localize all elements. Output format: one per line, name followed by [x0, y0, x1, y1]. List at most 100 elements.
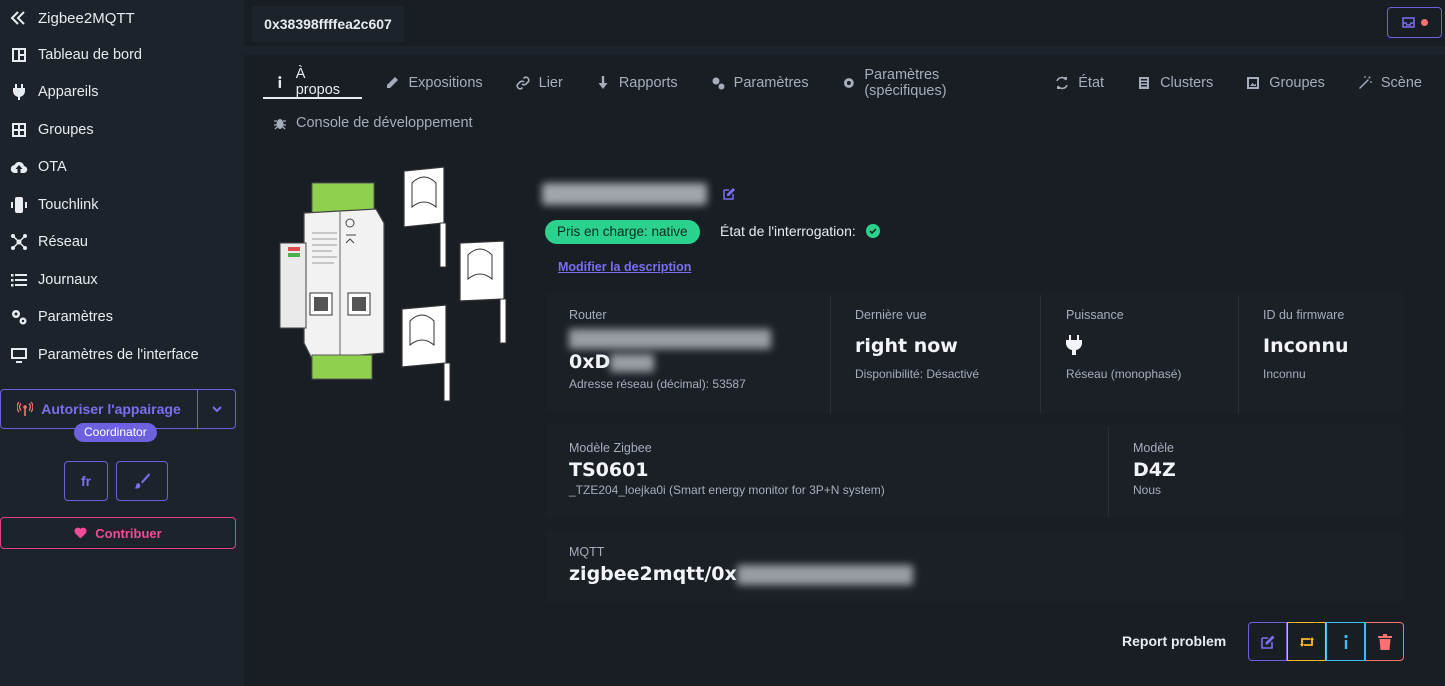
permit-join-dropdown[interactable]	[197, 390, 235, 428]
device-image	[279, 166, 507, 402]
edit-name-icon[interactable]	[722, 187, 736, 201]
sidebar-item-network[interactable]: Réseau	[0, 224, 244, 262]
tab-label: À propos	[295, 66, 341, 98]
monitor-icon	[10, 346, 28, 364]
stat-title: Puissance	[1066, 308, 1124, 322]
report-problem-link[interactable]: Report problem	[1122, 633, 1226, 649]
interview-status: État de l'interrogation:	[720, 223, 880, 239]
sidebar-item-groups[interactable]: Groupes	[0, 111, 244, 149]
chevrons-left-icon[interactable]	[10, 10, 26, 26]
sidebar-item-label: OTA	[38, 159, 67, 176]
tab-label: Paramètres (spécifiques)	[864, 67, 947, 99]
stat-firmware: ID du firmware Inconnu Inconnu	[1263, 308, 1349, 381]
tab-label: Expositions	[408, 75, 483, 91]
sidebar-item-label: Appareils	[38, 84, 99, 101]
rename-button[interactable]	[1248, 622, 1287, 661]
stat-desc: _TZE204_loejka0i (Smart energy monitor f…	[569, 483, 885, 497]
stat-desc: Disponibilité: Désactivé	[855, 367, 980, 381]
theme-button[interactable]	[116, 461, 168, 501]
language-button[interactable]: fr	[64, 461, 108, 501]
device-page: À propos Expositions Lier Rapports Param…	[244, 55, 1445, 686]
stat-model: Modèle D4Z Nous	[1133, 441, 1176, 497]
stat-title: ID du firmware	[1263, 308, 1345, 322]
tab-settings-specific[interactable]: Paramètres (spécifiques)	[832, 67, 1033, 99]
divider	[1108, 427, 1109, 517]
mqtt-topic: zigbee2mqtt/0x	[569, 563, 913, 585]
sidebar-item-settings[interactable]: Paramètres	[0, 299, 244, 337]
sidebar-item-label: Réseau	[38, 234, 88, 251]
stat-desc: Adresse réseau (décimal): 53587	[569, 377, 746, 391]
check-circle-icon	[865, 224, 880, 238]
contribute-button[interactable]: Contribuer	[0, 517, 236, 549]
sidebar-item-label: Paramètres	[38, 309, 113, 326]
info-icon	[1343, 634, 1348, 649]
brand[interactable]: Zigbee2MQTT	[10, 6, 135, 30]
remove-button[interactable]	[1365, 622, 1404, 661]
sidebar-nav: Tableau de bord Appareils Groupes OTA To…	[0, 36, 244, 374]
inbox-icon	[1401, 17, 1415, 28]
heart-icon	[74, 527, 87, 539]
list-icon	[10, 271, 28, 289]
interview-button[interactable]	[1326, 622, 1365, 661]
supported-badge: Pris en charge: native	[545, 220, 700, 244]
tab-label: État	[1078, 75, 1105, 91]
tab-label: Paramètres	[733, 75, 809, 91]
router-address-prefix: 0xD	[569, 351, 611, 373]
document-icon	[1139, 77, 1150, 89]
notification-dot	[1420, 19, 1428, 26]
stat-title: Modèle	[1133, 441, 1174, 455]
tab-label: Scène	[1380, 75, 1422, 91]
sidebar-item-label: Touchlink	[38, 196, 99, 213]
tab-bind[interactable]: Lier	[506, 67, 573, 99]
tab-scene[interactable]: Scène	[1348, 67, 1432, 99]
tab-exposes[interactable]: Expositions	[375, 67, 492, 99]
image-icon	[1247, 77, 1260, 89]
brand-label: Zigbee2MQTT	[38, 9, 135, 27]
sidebar-item-logs[interactable]: Journaux	[0, 261, 244, 299]
paintbrush-icon	[134, 473, 150, 489]
stat-zigbee-model: Modèle Zigbee TS0601 _TZE204_loejka0i (S…	[569, 441, 885, 497]
stat-desc: Nous	[1133, 483, 1162, 497]
stat-mqtt: MQTT zigbee2mqtt/0x	[569, 545, 913, 585]
groups-icon	[10, 121, 28, 139]
stat-title: Router	[569, 308, 607, 322]
stat-power: Puissance Réseau (monophasé)	[1065, 308, 1182, 381]
tabs-row-1: À propos Expositions Lier Rapports Param…	[263, 66, 1445, 99]
cloud-upload-icon	[10, 158, 28, 176]
tab-reporting[interactable]: Rapports	[586, 67, 688, 99]
info-icon	[278, 76, 282, 88]
tab-dev-console[interactable]: Console de développement	[263, 107, 483, 139]
coordinator-badge: Coordinator	[74, 423, 157, 442]
stat-value: right now	[855, 335, 958, 357]
tab-state[interactable]: État	[1045, 67, 1114, 99]
modify-description-link[interactable]: Modifier la description	[558, 260, 691, 274]
tab-label: Console de développement	[296, 115, 473, 131]
stat-desc: Réseau (monophasé)	[1066, 367, 1182, 381]
stat-value: Inconnu	[1263, 335, 1349, 357]
mqtt-topic-prefix: zigbee2mqtt/0x	[569, 563, 737, 585]
sidebar-item-touchlink[interactable]: Touchlink	[0, 186, 244, 224]
contribute-label: Contribuer	[95, 525, 162, 541]
touchlink-icon	[10, 196, 28, 214]
top-bar: 0x38398ffffea2c607	[244, 0, 1445, 46]
sidebar-item-devices[interactable]: Appareils	[0, 74, 244, 112]
sidebar: Zigbee2MQTT Tableau de bord Appareils Gr…	[0, 0, 244, 686]
tab-label: Lier	[538, 75, 563, 91]
tabs-row-2: Console de développement	[263, 107, 496, 139]
stat-title: Modèle Zigbee	[569, 441, 652, 455]
notifications-button[interactable]	[1387, 7, 1442, 38]
tab-groups[interactable]: Groupes	[1236, 67, 1335, 99]
sidebar-item-dashboard[interactable]: Tableau de bord	[0, 36, 244, 74]
device-address-tab[interactable]: 0x38398ffffea2c607	[252, 6, 404, 42]
sidebar-item-label: Groupes	[38, 121, 94, 138]
divider	[1238, 295, 1239, 413]
tab-settings[interactable]: Paramètres	[701, 67, 819, 99]
sidebar-item-ota[interactable]: OTA	[0, 149, 244, 187]
sidebar-item-ui-settings[interactable]: Paramètres de l'interface	[0, 336, 244, 374]
stat-desc: Inconnu	[1263, 367, 1306, 381]
tab-clusters[interactable]: Clusters	[1127, 67, 1223, 99]
reconfigure-button[interactable]	[1287, 622, 1326, 661]
stat-last-seen: Dernière vue right now Disponibilité: Dé…	[855, 308, 979, 381]
stat-title: Dernière vue	[855, 308, 927, 322]
tab-about[interactable]: À propos	[263, 66, 363, 99]
